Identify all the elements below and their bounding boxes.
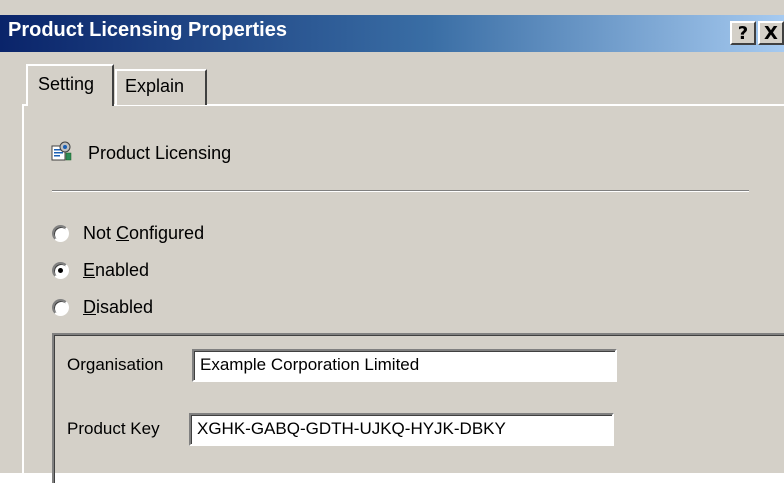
dialog-title: Product Licensing Properties	[8, 19, 287, 41]
tab-setting[interactable]: Setting	[26, 64, 114, 106]
tab-setting-label: Setting	[38, 74, 95, 94]
title-bar[interactable]: Product Licensing Properties ? X	[0, 15, 784, 52]
setting-tab-panel	[22, 104, 784, 484]
tab-explain[interactable]: Explain	[115, 69, 207, 105]
help-button[interactable]: ?	[730, 21, 756, 45]
tab-explain-label: Explain	[125, 76, 185, 96]
close-button[interactable]: X	[758, 21, 784, 45]
properties-dialog: Product Licensing Properties ? X Setting…	[0, 0, 784, 484]
